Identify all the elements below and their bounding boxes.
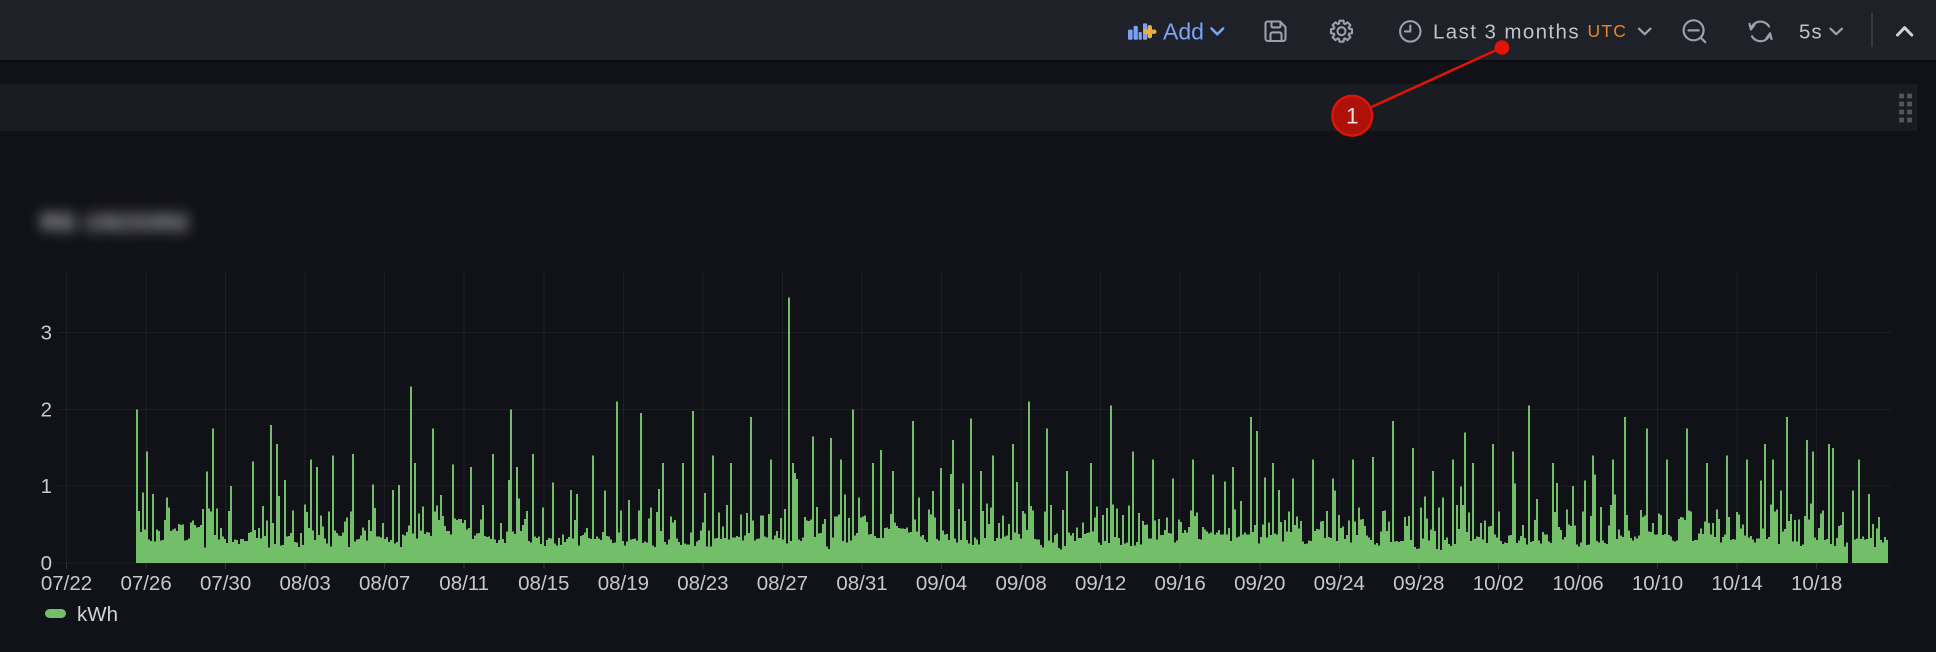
svg-text:1: 1 [1346, 104, 1359, 129]
